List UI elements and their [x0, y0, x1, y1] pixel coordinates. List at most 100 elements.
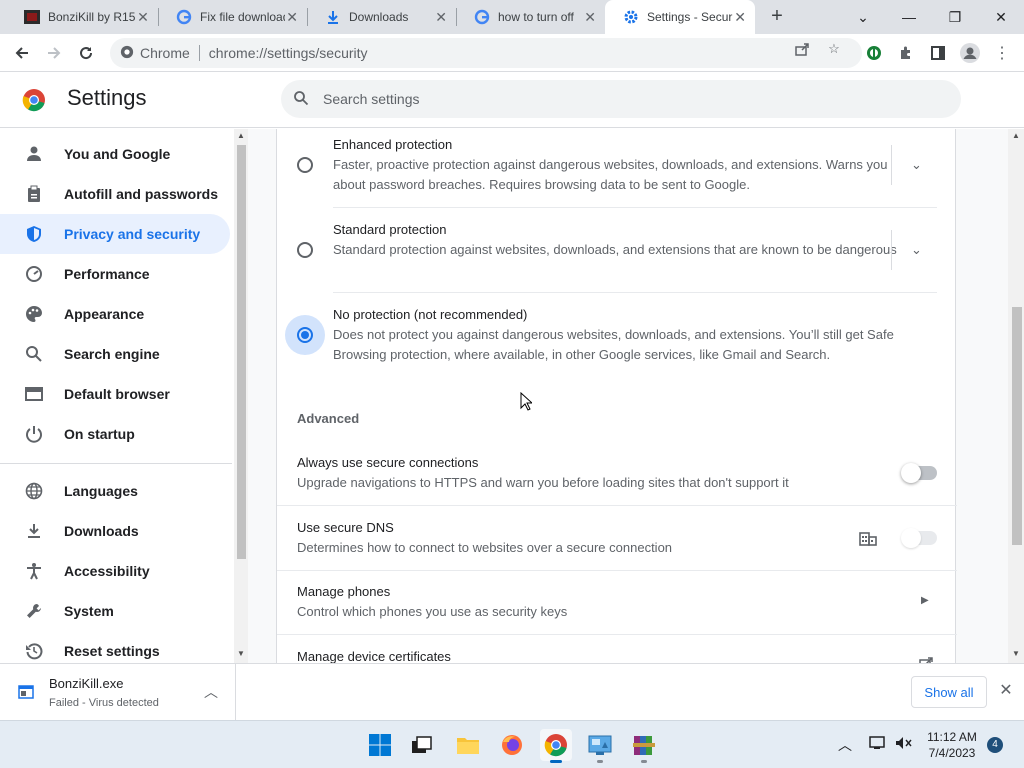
tab-downloads[interactable]: Downloads ✕: [307, 0, 456, 34]
sidebar-scrollbar[interactable]: ▲ ▼: [234, 129, 248, 663]
sidebar-item-accessibility[interactable]: Accessibility: [0, 551, 230, 591]
firefox-button[interactable]: [496, 729, 528, 761]
secure-dns-toggle[interactable]: [901, 528, 937, 548]
tab-search-chevron-icon[interactable]: ⌄: [840, 0, 886, 34]
file-explorer-button[interactable]: [452, 729, 484, 761]
sidebar-item-languages[interactable]: Languages: [0, 471, 230, 511]
running-indicator: [597, 760, 603, 763]
sidebar-scroll-thumb[interactable]: [237, 145, 246, 559]
task-view-button[interactable]: [406, 729, 438, 761]
close-window-button[interactable]: ✕: [978, 0, 1024, 34]
tray-chevron-up-icon[interactable]: ︿: [838, 735, 852, 755]
advanced-heading: Advanced: [297, 411, 360, 426]
https-toggle[interactable]: [901, 463, 937, 483]
control-panel-button[interactable]: [584, 729, 616, 763]
scroll-up-arrow-icon[interactable]: ▲: [1012, 131, 1020, 140]
running-indicator: [641, 760, 647, 763]
sidebar-item-reset-settings[interactable]: Reset settings: [0, 631, 230, 663]
settings-search-box[interactable]: [281, 80, 961, 118]
sidebar-item-label: Performance: [64, 266, 150, 282]
side-panel-icon[interactable]: [924, 39, 952, 67]
chevron-up-icon[interactable]: ︿: [204, 682, 218, 702]
sidebar-item-appearance[interactable]: Appearance: [0, 294, 230, 334]
tab-bonzikill[interactable]: BonziKill by R15 ✕: [6, 0, 158, 34]
sidebar-item-system[interactable]: System: [0, 591, 230, 631]
tab-settings[interactable]: Settings - Secur ✕: [605, 0, 755, 34]
standard-protection-radio[interactable]: [297, 242, 313, 258]
start-button[interactable]: [364, 729, 396, 761]
reset-icon: [24, 641, 44, 661]
chrome-button[interactable]: [540, 729, 572, 763]
winrar-books-icon: [633, 736, 655, 755]
reload-button[interactable]: [72, 39, 100, 67]
profile-avatar-icon[interactable]: [956, 39, 984, 67]
menu-kebab-icon[interactable]: ⋮: [988, 39, 1016, 67]
notification-count-badge[interactable]: 4: [987, 737, 1003, 753]
maximize-button[interactable]: ❐: [932, 0, 978, 34]
forward-button[interactable]: [40, 39, 68, 67]
address-bar[interactable]: Chrome chrome://settings/security: [110, 38, 862, 68]
row-title: No protection (not recommended): [333, 307, 528, 322]
https-description: Upgrade navigations to HTTPS and warn yo…: [297, 475, 789, 490]
winrar-button[interactable]: [628, 729, 660, 763]
scroll-up-arrow-icon[interactable]: ▲: [237, 131, 245, 140]
power-icon: [24, 424, 44, 444]
enhanced-protection-row[interactable]: Enhanced protection Faster, proactive pr…: [277, 129, 957, 207]
sidebar-item-label: Appearance: [64, 306, 145, 322]
settings-header: Settings: [0, 72, 1024, 128]
close-icon[interactable]: ✕: [434, 9, 448, 26]
google-favicon-icon: [176, 9, 192, 25]
extensions-puzzle-icon[interactable]: [892, 39, 920, 67]
back-button[interactable]: [8, 39, 36, 67]
extension-green-icon[interactable]: [860, 39, 888, 67]
sidebar-item-downloads[interactable]: Downloads: [0, 511, 230, 551]
row-divider: [277, 505, 957, 506]
expand-chevron-down-icon[interactable]: ⌄: [891, 145, 941, 185]
scroll-down-arrow-icon[interactable]: ▼: [237, 649, 245, 658]
close-icon[interactable]: ✕: [285, 9, 299, 26]
row-description: Does not protect you against dangerous w…: [333, 327, 894, 362]
network-icon[interactable]: [868, 735, 886, 754]
standard-protection-row[interactable]: Standard protection Standard protection …: [277, 214, 957, 292]
sidebar-item-autofill[interactable]: Autofill and passwords: [0, 174, 230, 214]
close-icon[interactable]: ✕: [583, 9, 597, 26]
no-protection-row[interactable]: No protection (not recommended) Does not…: [277, 299, 957, 377]
show-all-button[interactable]: Show all: [911, 676, 987, 708]
download-favicon-icon: [325, 9, 341, 25]
expand-chevron-down-icon[interactable]: ⌄: [891, 230, 941, 270]
url-text[interactable]: chrome://settings/security: [209, 45, 368, 61]
chrome-logo-icon: [22, 89, 45, 112]
manage-phones-arrow-icon[interactable]: ▶: [921, 595, 929, 606]
volume-muted-icon[interactable]: [894, 735, 912, 754]
share-icon[interactable]: [794, 41, 810, 57]
sidebar-item-you-and-google[interactable]: You and Google: [0, 134, 230, 174]
task-view-icon: [412, 736, 432, 753]
main-scrollbar[interactable]: ▲ ▼: [1008, 129, 1024, 663]
tab-fix-download[interactable]: Fix file download ✕: [158, 0, 307, 34]
sidebar-item-on-startup[interactable]: On startup: [0, 414, 230, 454]
close-icon[interactable]: ✕: [733, 9, 747, 26]
tab-how-to-turn-off[interactable]: how to turn off ✕: [456, 0, 605, 34]
search-icon: [293, 90, 309, 109]
sidebar-item-label: Languages: [64, 483, 138, 499]
taskbar-clock[interactable]: 11:12 AM 7/4/2023: [920, 729, 984, 761]
sidebar-item-privacy-security[interactable]: Privacy and security: [0, 214, 230, 254]
sidebar-item-performance[interactable]: Performance: [0, 254, 230, 294]
sidebar-item-label: Search engine: [64, 346, 160, 362]
download-shelf: BonziKill.exe Failed - Virus detected ︿ …: [0, 663, 1024, 720]
main-scroll-thumb[interactable]: [1012, 307, 1022, 545]
close-icon[interactable]: ✕: [996, 680, 1016, 700]
download-icon: [24, 521, 44, 541]
enhanced-protection-radio[interactable]: [297, 157, 313, 173]
scroll-down-arrow-icon[interactable]: ▼: [1012, 649, 1020, 658]
sidebar-item-search-engine[interactable]: Search engine: [0, 334, 230, 374]
minimize-button[interactable]: —: [886, 0, 932, 34]
new-tab-button[interactable]: +: [766, 5, 788, 27]
sidebar-divider: [0, 463, 232, 464]
search-input[interactable]: [323, 91, 923, 107]
no-protection-radio[interactable]: [297, 327, 313, 343]
download-item[interactable]: BonziKill.exe Failed - Virus detected ︿: [0, 664, 236, 720]
bookmark-star-icon[interactable]: ☆: [826, 41, 842, 57]
close-icon[interactable]: ✕: [136, 9, 150, 26]
sidebar-item-default-browser[interactable]: Default browser: [0, 374, 230, 414]
